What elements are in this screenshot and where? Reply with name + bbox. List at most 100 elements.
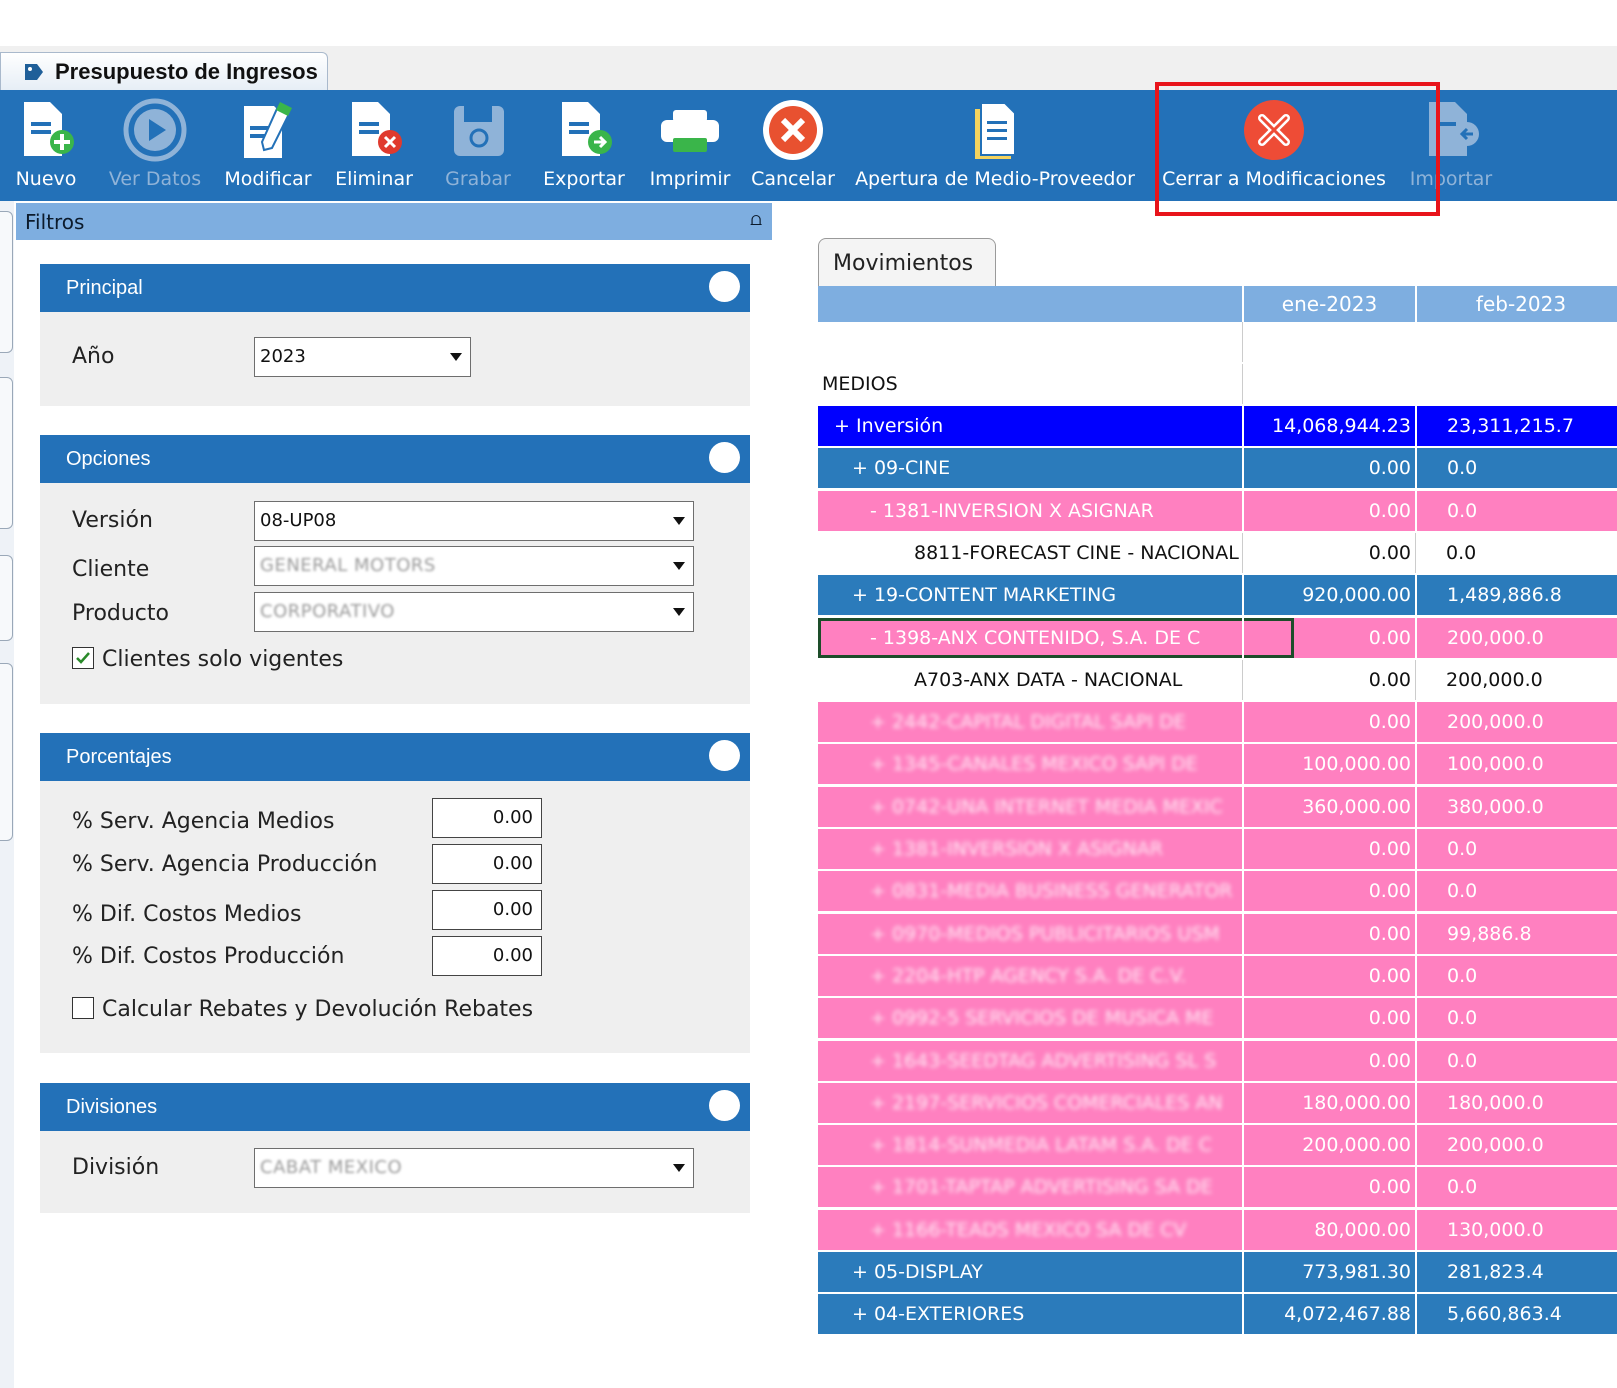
row-value-ene[interactable]: 0.00 xyxy=(1242,1040,1415,1081)
eliminar-button[interactable]: Eliminar xyxy=(332,90,416,201)
chevron-down-icon[interactable] xyxy=(450,353,462,361)
row-name[interactable]: + 04-EXTERIORES xyxy=(818,1294,1276,1334)
row-value-ene[interactable]: 0.00 xyxy=(1242,532,1415,573)
serv-agencia-medios-input[interactable]: 0.00 xyxy=(432,798,542,838)
table-row[interactable]: + 0742-UNA INTERNET MEDIA MEXIC 360,000.0… xyxy=(818,786,1617,829)
table-row[interactable]: + 1643-SEEDTAG ADVERTISING SL S 0.00 0.0 xyxy=(818,1040,1617,1083)
row-name[interactable]: + 1381-INVERSION X ASIGNAR xyxy=(818,829,1294,869)
row-name[interactable]: + 1345-CANALES MEXICO SAPI DE xyxy=(818,744,1294,784)
row-name[interactable]: - 1381-INVERSION X ASIGNAR xyxy=(818,491,1294,531)
collapse-circle-icon[interactable] xyxy=(709,1090,740,1121)
principal-header[interactable]: Principal xyxy=(40,264,750,312)
table-row[interactable]: 8811-FORECAST CINE - NACIONAL 0.00 0.0 xyxy=(818,532,1617,575)
ver-datos-button[interactable]: Ver Datos xyxy=(104,90,206,201)
table-row[interactable]: + 0970-MEDIOS PUBLICITARIOS USM 0.00 99,88… xyxy=(818,913,1617,956)
table-row[interactable]: + 2204-HTP AGENCY S.A. DE C.V. 0.00 0.0 xyxy=(818,955,1617,998)
row-name[interactable]: + 2204-HTP AGENCY S.A. DE C.V. xyxy=(818,956,1294,996)
opciones-header[interactable]: Opciones xyxy=(40,435,750,483)
row-name[interactable]: + 2442-CAPITAL DIGITAL SAPI DE xyxy=(818,702,1294,742)
row-value-feb[interactable]: 130,000.0 xyxy=(1415,1209,1617,1250)
cancelar-button[interactable]: Cancelar xyxy=(746,90,840,201)
imprimir-button[interactable]: Imprimir xyxy=(644,90,736,201)
row-name[interactable]: + 1701-TAPTAP ADVERTISING SA DE xyxy=(818,1167,1294,1207)
row-value-ene[interactable]: 0.00 xyxy=(1242,871,1415,912)
collapse-circle-icon[interactable] xyxy=(709,442,740,473)
row-value-ene[interactable]: 0.00 xyxy=(1242,617,1415,658)
row-value-ene[interactable]: 180,000.00 xyxy=(1242,1082,1415,1123)
row-value-feb[interactable]: 200,000.0 xyxy=(1415,617,1617,658)
table-row[interactable]: + Inversión 14,068,944.23 23,311,215.7 xyxy=(818,406,1617,448)
row-name[interactable]: + 0970-MEDIOS PUBLICITARIOS USM xyxy=(818,914,1294,954)
row-value-ene[interactable]: 773,981.30 xyxy=(1242,1252,1415,1292)
table-row[interactable]: + 0992-5 SERVICIOS DE MUSICA ME 0.00 0.0 xyxy=(818,998,1617,1041)
tab-movimientos[interactable]: Movimientos xyxy=(818,238,996,286)
collapse-circle-icon[interactable] xyxy=(709,740,740,771)
row-name[interactable]: + 2197-SERVICIOS COMERCIALES AN xyxy=(818,1083,1294,1123)
row-value-feb[interactable]: 200,000.0 xyxy=(1415,702,1617,743)
collapse-circle-icon[interactable] xyxy=(709,271,740,302)
row-value-feb[interactable]: 23,311,215.7 xyxy=(1415,406,1617,446)
row-value-feb[interactable]: 200,000.0 xyxy=(1415,659,1617,700)
nuevo-button[interactable]: Nuevo xyxy=(8,90,84,201)
row-value-feb[interactable]: 0.0 xyxy=(1415,955,1617,996)
row-value-feb[interactable]: 0.0 xyxy=(1415,490,1617,531)
row-name[interactable]: + 0992-5 SERVICIOS DE MUSICA ME xyxy=(818,998,1294,1038)
row-value-ene[interactable]: 0.00 xyxy=(1242,998,1415,1039)
row-value-feb[interactable]: 0.0 xyxy=(1415,998,1617,1039)
row-name[interactable]: + 1814-SUNMEDIA LATAM S.A. DE C xyxy=(818,1125,1294,1165)
row-name[interactable]: + 19-CONTENT MARKETING xyxy=(818,575,1276,615)
row-value-feb[interactable]: 5,660,863.4 xyxy=(1415,1294,1617,1335)
pin-icon[interactable]: ⩍ xyxy=(750,209,762,230)
table-row[interactable]: + 1701-TAPTAP ADVERTISING SA DE 0.00 0.0 xyxy=(818,1167,1617,1210)
table-row[interactable]: + 04-EXTERIORES 4,072,467.88 5,660,863.4 xyxy=(818,1294,1617,1337)
table-row[interactable]: + 0831-MEDIA BUSINESS GENERATOR 0.00 0.0 xyxy=(818,871,1617,914)
row-value-ene[interactable]: 4,072,467.88 xyxy=(1242,1294,1415,1335)
table-row[interactable]: - 1398-ANX CONTENIDO, S.A. DE C 0.00 200,0… xyxy=(818,617,1617,660)
row-value-ene[interactable]: 0.00 xyxy=(1242,913,1415,954)
porcentajes-header[interactable]: Porcentajes xyxy=(40,733,750,781)
row-value-ene[interactable]: 0.00 xyxy=(1242,829,1415,869)
row-value-feb[interactable]: 100,000.0 xyxy=(1415,744,1617,785)
producto-select[interactable]: CORPORATIVO xyxy=(254,592,694,632)
chevron-down-icon[interactable] xyxy=(673,517,685,525)
row-value-feb[interactable]: 0.0 xyxy=(1415,532,1617,573)
row-value-feb[interactable]: 99,886.8 xyxy=(1415,913,1617,954)
row-value-feb[interactable]: 1,489,886.8 xyxy=(1415,575,1617,616)
version-select[interactable]: 08-UP08 xyxy=(254,501,694,541)
row-value-ene[interactable]: 200,000.00 xyxy=(1242,1125,1415,1166)
table-row[interactable]: + 1166-TEADS MEXICO SA DE CV 80,000.00 130… xyxy=(818,1209,1617,1252)
row-value-ene[interactable]: 0.00 xyxy=(1242,490,1415,531)
table-row[interactable]: - 1381-INVERSION X ASIGNAR 0.00 0.0 xyxy=(818,490,1617,533)
row-value-feb[interactable]: 0.0 xyxy=(1415,1040,1617,1081)
row-name[interactable]: - 1398-ANX CONTENIDO, S.A. DE C xyxy=(818,617,1294,658)
row-value-feb[interactable]: 0.0 xyxy=(1415,871,1617,912)
table-row[interactable]: + 2197-SERVICIOS COMERCIALES AN 180,000.0… xyxy=(818,1082,1617,1125)
row-value-ene[interactable]: 360,000.00 xyxy=(1242,786,1415,827)
apertura-medio-proveedor-button[interactable]: Apertura de Medio-Proveedor xyxy=(850,90,1140,201)
side-dock-tab[interactable] xyxy=(0,211,13,353)
row-name[interactable]: + 0831-MEDIA BUSINESS GENERATOR xyxy=(818,871,1294,911)
row-value-ene[interactable]: 14,068,944.23 xyxy=(1242,406,1415,446)
row-value-ene[interactable]: 920,000.00 xyxy=(1242,575,1415,616)
row-value-ene[interactable]: 0.00 xyxy=(1242,1167,1415,1208)
modificar-button[interactable]: Modificar xyxy=(218,90,318,201)
document-tab[interactable]: Presupuesto de Ingresos xyxy=(0,52,328,90)
row-value-ene[interactable]: 0.00 xyxy=(1242,955,1415,996)
serv-agencia-produccion-input[interactable]: 0.00 xyxy=(432,844,542,884)
chevron-down-icon[interactable] xyxy=(673,562,685,570)
chevron-down-icon[interactable] xyxy=(673,1164,685,1172)
column-header-ene[interactable]: ene-2023 xyxy=(1242,286,1415,322)
row-value-ene[interactable]: 0.00 xyxy=(1242,448,1415,489)
ano-select[interactable]: 2023 xyxy=(254,337,471,377)
side-dock-tab[interactable] xyxy=(0,663,13,841)
dif-costos-produccion-input[interactable]: 0.00 xyxy=(432,936,542,976)
calcular-rebates-checkbox[interactable] xyxy=(72,997,94,1019)
clientes-vigentes-checkbox[interactable] xyxy=(72,647,94,669)
table-row[interactable]: + 1814-SUNMEDIA LATAM S.A. DE C 200,000.0… xyxy=(818,1125,1617,1168)
division-select[interactable]: CABAT MEXICO xyxy=(254,1148,694,1188)
row-value-feb[interactable]: 281,823.4 xyxy=(1415,1252,1617,1292)
table-row[interactable]: + 2442-CAPITAL DIGITAL SAPI DE 0.00 200,00… xyxy=(818,702,1617,745)
grabar-button[interactable]: Grabar xyxy=(438,90,518,201)
table-row[interactable]: + 09-CINE 0.00 0.0 xyxy=(818,448,1617,491)
table-row[interactable]: + 05-DISPLAY 773,981.30 281,823.4 xyxy=(818,1252,1617,1294)
